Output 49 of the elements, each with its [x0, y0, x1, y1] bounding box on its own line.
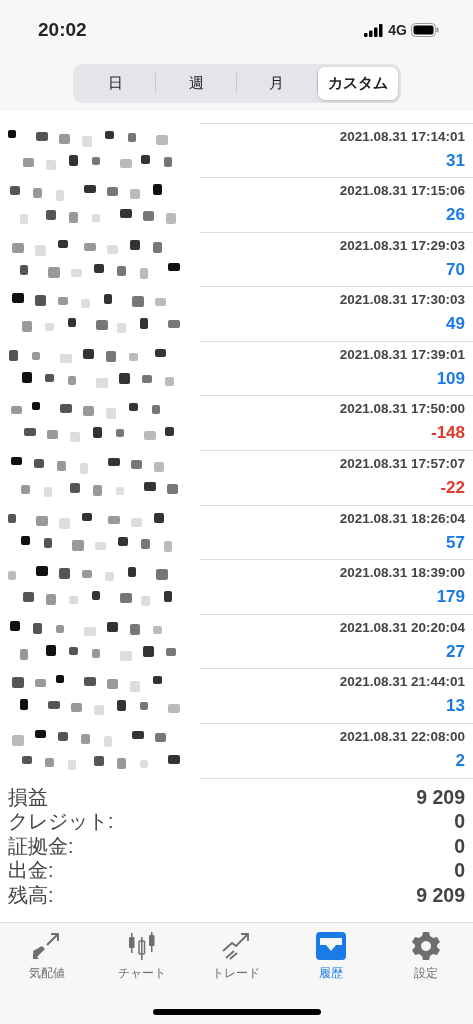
- inbox-icon: [315, 931, 348, 961]
- deal-profit: 109: [436, 367, 465, 390]
- summary-label: 損益: [8, 784, 48, 810]
- deal-time: 2021.08.31 22:08:00: [339, 728, 465, 747]
- tab-bar-item[interactable]: 設定: [378, 923, 473, 982]
- network-label: 4G: [388, 20, 407, 40]
- deal-profit: -148: [430, 422, 465, 445]
- deal-profit: 70: [446, 258, 465, 281]
- deal-profit: 31: [446, 149, 465, 172]
- settings-icon: [409, 931, 442, 961]
- summary-label: 残高:: [8, 882, 54, 908]
- deal-profit: 27: [446, 640, 465, 663]
- tab-bar-item[interactable]: 履歴: [283, 923, 379, 982]
- tab-bar-item[interactable]: 気配値: [0, 923, 95, 982]
- deal-time: 2021.08.31 17:15:06: [339, 182, 465, 201]
- deal-profit: 179: [436, 586, 465, 609]
- summary-label: 証拠金:: [8, 833, 74, 859]
- deal-profit: 2: [455, 750, 465, 773]
- deal-time: 2021.08.31 17:39:01: [339, 345, 465, 364]
- segment-tab[interactable]: 月: [237, 67, 317, 100]
- tab-bar-item[interactable]: チャート: [94, 923, 190, 982]
- summary-label: 出金:: [8, 858, 54, 883]
- deal-profit: 57: [446, 531, 465, 554]
- summary-value: 0: [454, 809, 465, 834]
- battery-icon: [411, 23, 439, 37]
- deal-time: 2021.08.31 18:39:00: [339, 564, 465, 583]
- deal-time: 2021.08.31 17:57:07: [339, 455, 465, 474]
- segment-tab[interactable]: 週: [156, 67, 236, 100]
- tab-bar-item[interactable]: トレード: [189, 923, 284, 982]
- deal-time: 2021.08.31 17:29:03: [339, 236, 465, 255]
- summary-value: 9 209: [416, 784, 465, 810]
- deal-profit: -22: [440, 477, 465, 500]
- segment-tab[interactable]: カスタム: [317, 67, 398, 100]
- deal-profit: 49: [446, 313, 465, 336]
- status-time: 20:02: [38, 17, 87, 42]
- summary-value: 9 209: [416, 882, 465, 908]
- summary-label: クレジット:: [8, 809, 114, 834]
- summary-value: 0: [454, 833, 465, 859]
- deal-time: 2021.08.31 17:30:03: [339, 291, 465, 310]
- deal-profit: 13: [446, 695, 465, 718]
- deal-time: 2021.08.31 18:26:04: [339, 509, 465, 528]
- deal-time: 2021.08.31 21:44:01: [339, 673, 465, 692]
- signal-icon: [364, 23, 385, 37]
- summary-value: 0: [454, 858, 465, 883]
- deal-time: 2021.08.31 20:20:04: [339, 618, 465, 637]
- deal-time: 2021.08.31 17:50:00: [339, 400, 465, 419]
- deal-time: 2021.08.31 17:14:01: [339, 127, 465, 146]
- deal-profit: 26: [446, 204, 465, 227]
- segment-tab[interactable]: 日: [75, 67, 156, 100]
